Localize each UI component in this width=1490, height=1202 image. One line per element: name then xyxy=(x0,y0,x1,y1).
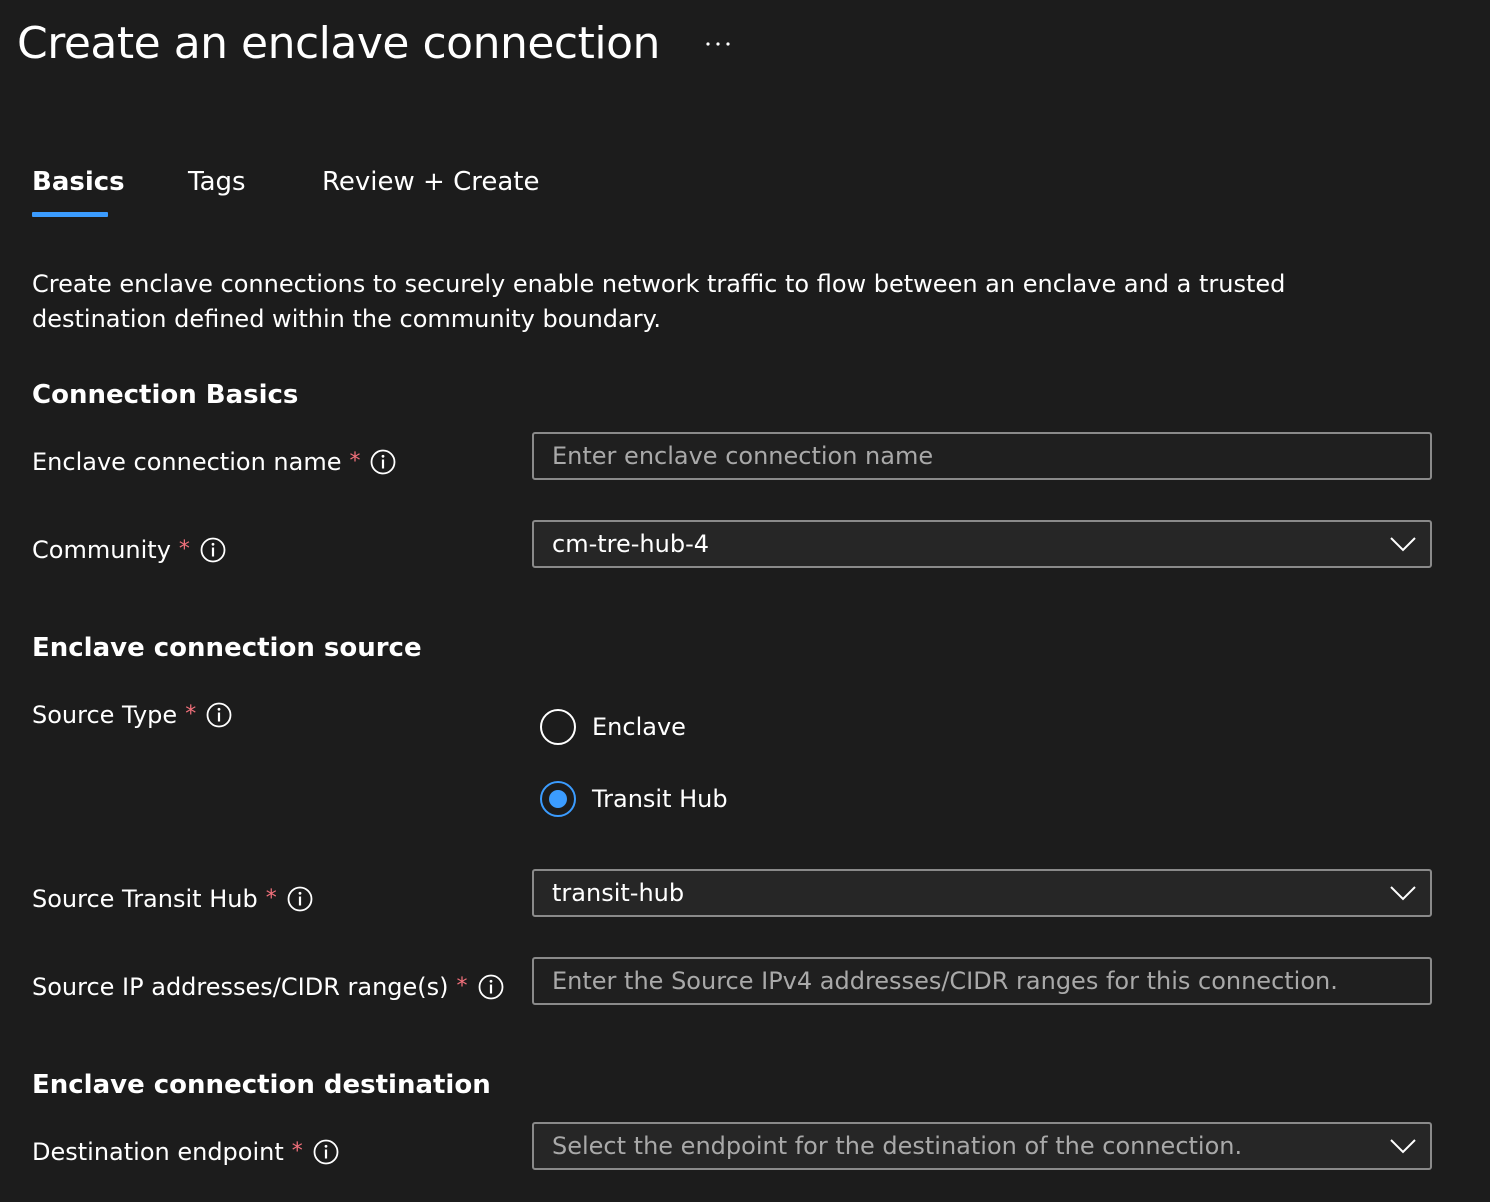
label-text: Enclave connection name xyxy=(32,448,342,476)
source-ip-input-wrapper xyxy=(532,957,1432,1005)
chevron-down-icon xyxy=(1388,1124,1418,1168)
active-tab-indicator xyxy=(32,212,108,217)
tab-review-create[interactable]: Review + Create xyxy=(322,163,539,201)
destination-endpoint-select-placeholder: Select the endpoint for the destination … xyxy=(552,1132,1243,1160)
label-text: Community xyxy=(32,536,171,564)
info-circle-icon[interactable] xyxy=(287,886,313,912)
community-select-value: cm-tre-hub-4 xyxy=(552,530,709,558)
more-options-button[interactable] xyxy=(700,26,736,62)
field-label-community: Community * xyxy=(32,533,226,567)
radio-button-checked[interactable] xyxy=(540,781,576,817)
radio-label-transit-hub: Transit Hub xyxy=(592,785,728,813)
radio-option-enclave[interactable]: Enclave xyxy=(540,709,686,745)
info-circle-icon[interactable] xyxy=(370,449,396,475)
enclave-connection-name-input[interactable] xyxy=(534,434,1430,478)
info-circle-icon[interactable] xyxy=(313,1139,339,1165)
radio-button-unchecked[interactable] xyxy=(540,709,576,745)
enclave-connection-name-input-wrapper xyxy=(532,432,1432,480)
source-ip-input[interactable] xyxy=(534,959,1430,1003)
ellipsis-icon xyxy=(706,42,730,46)
community-select[interactable]: cm-tre-hub-4 xyxy=(532,520,1432,568)
chevron-down-icon xyxy=(1388,522,1418,566)
label-text: Source Type xyxy=(32,701,178,729)
required-marker: * xyxy=(456,974,468,999)
destination-endpoint-select[interactable]: Select the endpoint for the destination … xyxy=(532,1122,1432,1170)
field-label-source-ip-addresses: Source IP addresses/CIDR range(s) * xyxy=(32,970,504,1004)
required-marker: * xyxy=(185,702,197,727)
label-text: Destination endpoint xyxy=(32,1138,284,1166)
tab-basics[interactable]: Basics xyxy=(32,163,125,201)
required-marker: * xyxy=(349,449,361,474)
section-heading-enclave-connection-destination: Enclave connection destination xyxy=(32,1070,491,1100)
info-circle-icon[interactable] xyxy=(206,702,232,728)
label-text: Source Transit Hub xyxy=(32,885,258,913)
required-marker: * xyxy=(291,1139,303,1164)
page-title: Create an enclave connection xyxy=(17,18,660,69)
tab-tags[interactable]: Tags xyxy=(188,163,246,201)
chevron-down-icon xyxy=(1388,871,1418,915)
source-transit-hub-select-value: transit-hub xyxy=(552,879,685,907)
source-transit-hub-select[interactable]: transit-hub xyxy=(532,869,1432,917)
info-circle-icon[interactable] xyxy=(200,537,226,563)
required-marker: * xyxy=(178,537,190,562)
field-label-enclave-connection-name: Enclave connection name * xyxy=(32,445,396,479)
radio-option-transit-hub[interactable]: Transit Hub xyxy=(540,781,728,817)
radio-label-enclave: Enclave xyxy=(592,713,686,741)
field-label-source-transit-hub: Source Transit Hub * xyxy=(32,882,313,916)
info-circle-icon[interactable] xyxy=(478,974,504,1000)
label-text: Source IP addresses/CIDR range(s) xyxy=(32,973,449,1001)
section-heading-enclave-connection-source: Enclave connection source xyxy=(32,633,422,663)
section-heading-connection-basics: Connection Basics xyxy=(32,380,299,410)
required-marker: * xyxy=(265,886,277,911)
page-description: Create enclave connections to securely e… xyxy=(32,270,1286,333)
field-label-destination-endpoint: Destination endpoint * xyxy=(32,1135,339,1169)
field-label-source-type: Source Type * xyxy=(32,698,232,732)
